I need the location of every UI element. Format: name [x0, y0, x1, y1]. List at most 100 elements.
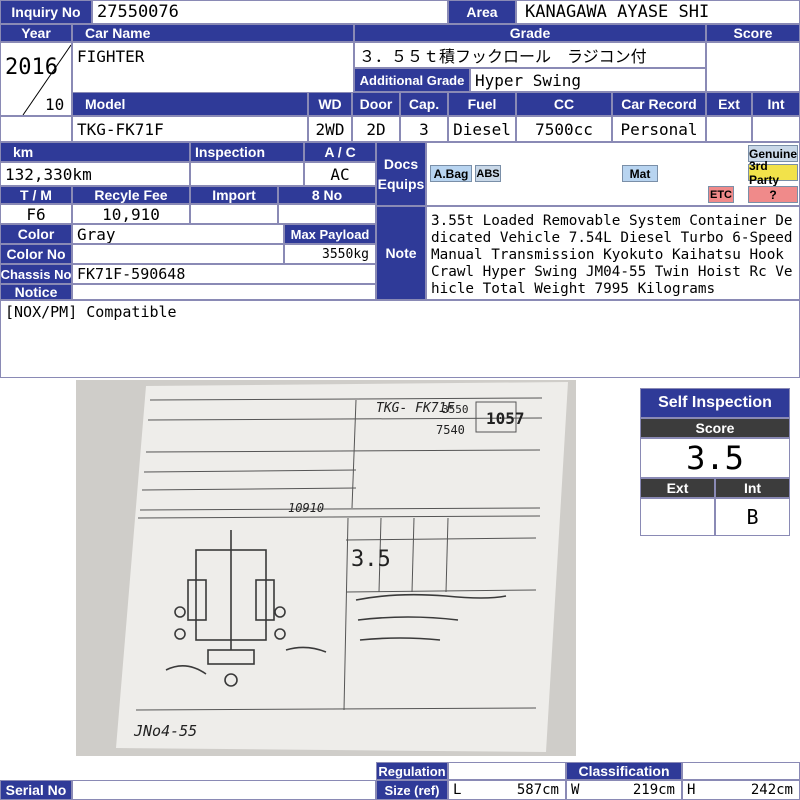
max-payload-label: Max Payload	[284, 224, 376, 244]
self-inspection-ext-label: Ext	[640, 478, 715, 498]
photo-score: 3.5	[351, 547, 391, 572]
year-value: 2016	[5, 55, 58, 80]
car-record-label: Car Record	[612, 92, 706, 116]
photo-recycle: 10910	[288, 501, 324, 515]
chassis-no-label: Chassis No	[0, 264, 72, 284]
self-inspection-score-value: 3.5	[640, 438, 790, 478]
import-value	[190, 204, 278, 224]
abs-badge: ABS	[475, 165, 501, 182]
cap-value: 3	[400, 116, 448, 142]
cap-label: Cap.	[400, 92, 448, 116]
km-value: 132,330km	[0, 162, 190, 186]
ext-value	[706, 116, 752, 142]
ext-label: Ext	[706, 92, 752, 116]
tm-value: F6	[0, 204, 72, 224]
inquiry-no-value: 27550076	[92, 0, 448, 24]
photo-lot-no: 1057	[486, 409, 525, 428]
tm-label: T / M	[0, 186, 72, 204]
model-row-spacer	[0, 116, 72, 142]
note-label: Note	[376, 206, 426, 300]
int-label: Int	[752, 92, 800, 116]
grade-value: ３．５５ｔ積フックロール ラジコン付	[354, 42, 706, 68]
year-label: Year	[0, 24, 72, 42]
color-no-value	[72, 244, 284, 264]
mat-badge: Mat	[622, 165, 658, 182]
max-payload-value: 3550kg	[284, 244, 376, 264]
sheet-photo-drawing: 1057 3.5 TKG- FK71F 3550 7540 10910 JNo4…	[116, 382, 568, 752]
score-label: Score	[706, 24, 800, 42]
note-value: 3.55t Loaded Removable System Container …	[426, 206, 800, 300]
size-h-value: 242cm	[750, 782, 793, 798]
eight-no-label: 8 No	[278, 186, 376, 204]
third-party-badge: 3rd Party	[748, 159, 798, 187]
size-ref-label: Size (ref)	[376, 780, 448, 800]
auction-sheet-photo: 1057 3.5 TKG- FK71F 3550 7540 10910 JNo4…	[76, 380, 576, 756]
self-inspection-score-label: Score	[640, 418, 790, 438]
size-w-cell: W 219cm	[566, 780, 682, 800]
color-value: Gray	[72, 224, 284, 244]
car-record-value: Personal	[612, 116, 706, 142]
fuel-label: Fuel	[448, 92, 516, 116]
area-value: KANAGAWA AYASE SHI	[516, 0, 800, 24]
notice-value: [NOX/PM] Compatible	[0, 300, 800, 378]
self-inspection-int-value: B	[715, 498, 790, 536]
notice-label-spacer	[72, 284, 376, 300]
self-inspection-title: Self Inspection	[640, 388, 790, 418]
additional-grade-label: Additional Grade	[354, 68, 470, 92]
eight-no-value	[278, 204, 376, 224]
docs-equips-label: Docs Equips	[376, 142, 426, 206]
regulation-label: Regulation	[376, 762, 448, 780]
model-value: TKG-FK71F	[72, 116, 308, 142]
wd-value: 2WD	[308, 116, 352, 142]
classification-label: Classification	[566, 762, 682, 780]
ac-value: AC	[304, 162, 376, 186]
inquiry-no-label: Inquiry No	[0, 0, 92, 24]
unknown-badge: ?	[748, 186, 798, 203]
fuel-value: Diesel	[448, 116, 516, 142]
chassis-no-value: FK71F-590648	[72, 264, 376, 284]
cc-label: CC	[516, 92, 612, 116]
grade-label: Grade	[354, 24, 706, 42]
serial-no-value	[72, 780, 376, 800]
km-label: km	[0, 142, 190, 162]
auction-sheet: Inquiry No 27550076 Area KANAGAWA AYASE …	[0, 0, 800, 800]
size-h-cell: H 242cm	[682, 780, 800, 800]
classification-value	[682, 762, 800, 780]
photo-hoist: JNo4-55	[133, 722, 197, 740]
inspection-label: Inspection	[190, 142, 304, 162]
size-h-label: H	[687, 782, 696, 798]
regulation-value	[448, 762, 566, 780]
etc-badge: ETC	[708, 186, 734, 203]
photo-payload-a: 3550	[442, 403, 469, 416]
door-label: Door	[352, 92, 400, 116]
cc-value: 7500cc	[516, 116, 612, 142]
self-inspection-ext-value	[640, 498, 715, 536]
self-inspection-int-label: Int	[715, 478, 790, 498]
equips-label: Equips	[377, 176, 425, 192]
ac-label: A / C	[304, 142, 376, 162]
size-l-label: L	[453, 782, 462, 798]
door-value: 2D	[352, 116, 400, 142]
score-value	[706, 42, 800, 92]
color-label: Color	[0, 224, 72, 244]
color-no-label: Color No	[0, 244, 72, 264]
area-label: Area	[448, 0, 516, 24]
month-value: 10	[45, 95, 65, 114]
inspection-value	[190, 162, 304, 186]
notice-label: Notice	[0, 284, 72, 300]
import-label: Import	[190, 186, 278, 204]
size-w-value: 219cm	[632, 782, 675, 798]
recycle-fee-label: Recyle Fee	[72, 186, 190, 204]
airbag-badge: A.Bag	[430, 165, 472, 182]
wd-label: WD	[308, 92, 352, 116]
additional-grade-value: Hyper Swing	[470, 68, 706, 92]
int-value	[752, 116, 800, 142]
size-l-cell: L 587cm	[448, 780, 566, 800]
model-label: Model	[72, 92, 308, 116]
year-cell: 2016 10	[0, 42, 72, 116]
serial-no-label: Serial No	[0, 780, 72, 800]
docs-label: Docs	[383, 156, 419, 172]
recycle-fee-value: 10,910	[72, 204, 190, 224]
size-l-value: 587cm	[516, 782, 559, 798]
car-name-label: Car Name	[72, 24, 354, 42]
